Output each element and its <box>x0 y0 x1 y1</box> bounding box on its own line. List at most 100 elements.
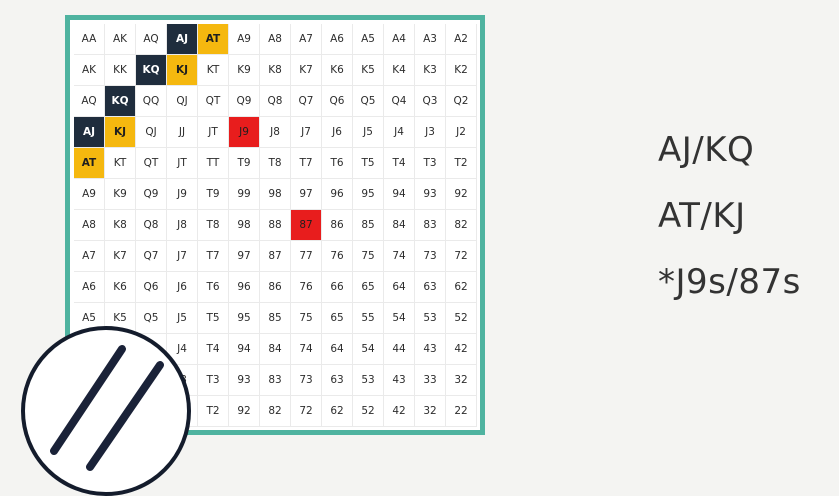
grid-cell-j8: J8 <box>260 117 291 148</box>
grid-cell-53: 53 <box>353 365 384 396</box>
slide-canvas: AA AK AQ AJ AT A9 A8 A7 A6 A5 A4 A3 A2 AK KK KQ KJ KT K9 K8… <box>0 0 839 496</box>
grid-cell-q4: Q4 <box>384 86 415 117</box>
grid-cell-q8: Q8 <box>260 86 291 117</box>
grid-cell-97: 97 <box>291 179 322 210</box>
grid-cell-a4: A4 <box>384 24 415 55</box>
grid-cell-t5: T5 <box>198 303 229 334</box>
grid-cell-at: AT <box>74 148 105 179</box>
hand-labels: AJ/KQ AT/KJ *J9s/87s <box>658 122 801 320</box>
pause-icon-graphic <box>21 326 191 496</box>
grid-cell-k2: K2 <box>446 55 477 86</box>
grid-cell-77: 77 <box>291 241 322 272</box>
grid-cell-j9: J9 <box>229 117 260 148</box>
grid-cell-62: 62 <box>322 396 353 427</box>
grid-cell-k7: K7 <box>105 241 136 272</box>
grid-cell-k7: K7 <box>291 55 322 86</box>
grid-cell-88: 88 <box>260 210 291 241</box>
grid-cell-65: 65 <box>353 272 384 303</box>
grid-cell-q8: Q8 <box>136 210 167 241</box>
grid-cell-73: 73 <box>415 241 446 272</box>
grid-cell-52: 52 <box>446 303 477 334</box>
grid-cell-a2: A2 <box>446 24 477 55</box>
grid-cell-43: 43 <box>415 334 446 365</box>
grid-cell-98: 98 <box>260 179 291 210</box>
grid-cell-86: 86 <box>260 272 291 303</box>
grid-cell-t7: T7 <box>291 148 322 179</box>
grid-cell-a8: A8 <box>260 24 291 55</box>
grid-cell-jj: JJ <box>167 117 198 148</box>
grid-cell-85: 85 <box>353 210 384 241</box>
grid-cell-83: 83 <box>415 210 446 241</box>
grid-cell-qq: QQ <box>136 86 167 117</box>
grid-cell-65: 65 <box>322 303 353 334</box>
grid-cell-a6: A6 <box>322 24 353 55</box>
hand-label-line-1: AJ/KQ <box>658 130 755 170</box>
grid-cell-72: 72 <box>446 241 477 272</box>
grid-cell-94: 94 <box>229 334 260 365</box>
grid-cell-85: 85 <box>260 303 291 334</box>
grid-cell-ak: AK <box>74 55 105 86</box>
grid-cell-87: 87 <box>291 210 322 241</box>
grid-cell-95: 95 <box>229 303 260 334</box>
grid-cell-97: 97 <box>229 241 260 272</box>
grid-cell-53: 53 <box>415 303 446 334</box>
grid-cell-k6: K6 <box>322 55 353 86</box>
grid-cell-t8: T8 <box>260 148 291 179</box>
grid-cell-j5: J5 <box>353 117 384 148</box>
grid-cell-t6: T6 <box>322 148 353 179</box>
grid-cell-k4: K4 <box>384 55 415 86</box>
grid-cell-94: 94 <box>384 179 415 210</box>
grid-cell-76: 76 <box>322 241 353 272</box>
grid-cell-62: 62 <box>446 272 477 303</box>
grid-cell-t2: T2 <box>198 396 229 427</box>
grid-cell-t4: T4 <box>384 148 415 179</box>
grid-cell-98: 98 <box>229 210 260 241</box>
grid-cell-j6: J6 <box>322 117 353 148</box>
grid-cell-kt: KT <box>105 148 136 179</box>
grid-cell-t7: T7 <box>198 241 229 272</box>
grid-cell-54: 54 <box>353 334 384 365</box>
grid-cell-43: 43 <box>384 365 415 396</box>
grid-cell-t5: T5 <box>353 148 384 179</box>
grid-cell-52: 52 <box>353 396 384 427</box>
grid-cell-kq: KQ <box>136 55 167 86</box>
grid-cell-a3: A3 <box>415 24 446 55</box>
grid-cell-jt: JT <box>198 117 229 148</box>
grid-cell-aj: AJ <box>167 24 198 55</box>
grid-cell-aq: AQ <box>74 86 105 117</box>
hand-label-line-3: *J9s/87s <box>658 262 801 302</box>
grid-cell-96: 96 <box>322 179 353 210</box>
grid-cell-a5: A5 <box>353 24 384 55</box>
grid-cell-jt: JT <box>167 148 198 179</box>
grid-cell-j8: J8 <box>167 210 198 241</box>
grid-cell-42: 42 <box>384 396 415 427</box>
grid-cell-t9: T9 <box>229 148 260 179</box>
grid-cell-tt: TT <box>198 148 229 179</box>
grid-cell-74: 74 <box>384 241 415 272</box>
grid-cell-q6: Q6 <box>136 272 167 303</box>
grid-cell-k6: K6 <box>105 272 136 303</box>
grid-cell-j6: J6 <box>167 272 198 303</box>
grid-cell-k8: K8 <box>105 210 136 241</box>
grid-cell-q9: Q9 <box>136 179 167 210</box>
grid-cell-qt: QT <box>198 86 229 117</box>
grid-cell-87: 87 <box>260 241 291 272</box>
grid-cell-q7: Q7 <box>136 241 167 272</box>
grid-cell-kq: KQ <box>105 86 136 117</box>
grid-cell-92: 92 <box>229 396 260 427</box>
grid-cell-95: 95 <box>353 179 384 210</box>
pause-icon[interactable] <box>20 325 192 496</box>
grid-cell-q7: Q7 <box>291 86 322 117</box>
grid-cell-j7: J7 <box>291 117 322 148</box>
grid-cell-93: 93 <box>229 365 260 396</box>
grid-cell-kk: KK <box>105 55 136 86</box>
grid-cell-k5: K5 <box>353 55 384 86</box>
grid-cell-aj: AJ <box>74 117 105 148</box>
grid-cell-86: 86 <box>322 210 353 241</box>
grid-cell-a9: A9 <box>229 24 260 55</box>
grid-cell-q5: Q5 <box>353 86 384 117</box>
grid-cell-j7: J7 <box>167 241 198 272</box>
grid-cell-kt: KT <box>198 55 229 86</box>
grid-cell-t8: T8 <box>198 210 229 241</box>
grid-cell-75: 75 <box>291 303 322 334</box>
